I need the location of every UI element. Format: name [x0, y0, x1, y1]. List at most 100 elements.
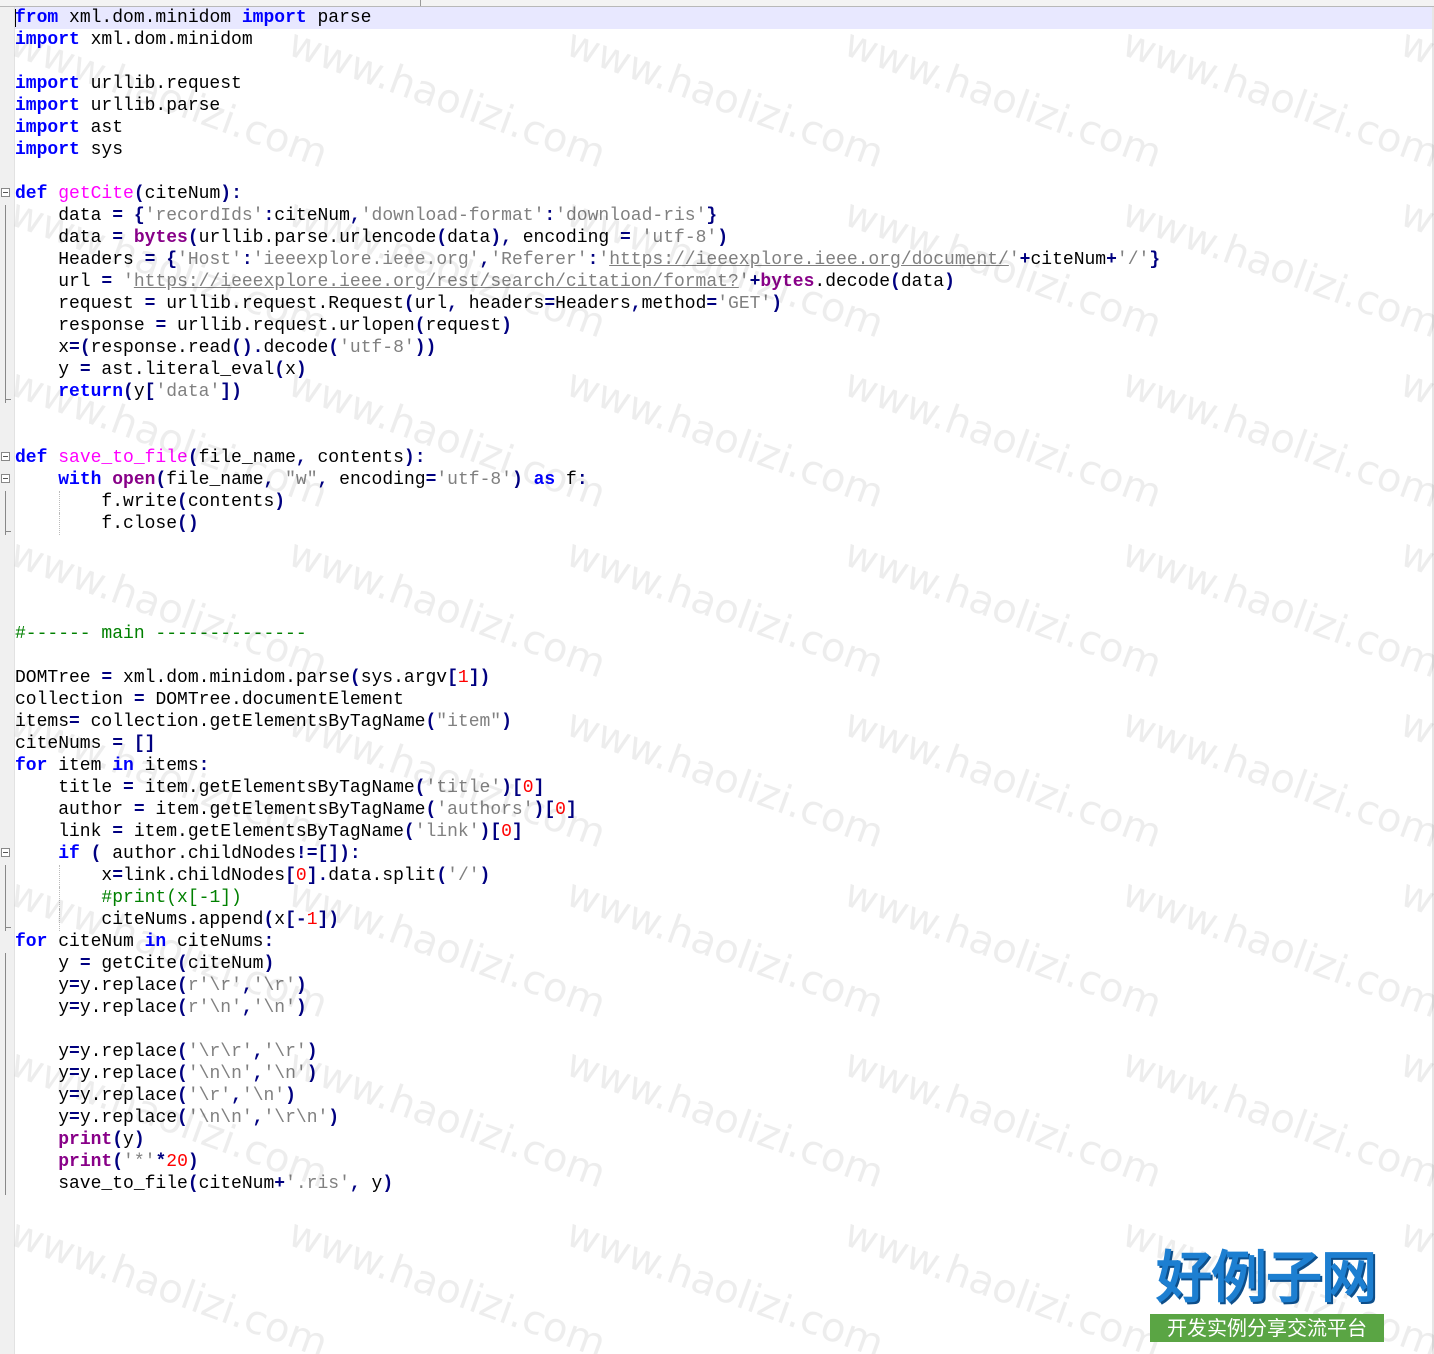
code-line[interactable]: url = 'https://ieeexplore.ieee.org/rest/…: [0, 271, 1434, 293]
code-line[interactable]: [0, 557, 1434, 579]
code-line[interactable]: with open(file_name, "w", encoding='utf-…: [0, 469, 1434, 491]
code-line[interactable]: import urllib.request: [0, 73, 1434, 95]
code-line[interactable]: import sys: [0, 139, 1434, 161]
code-line[interactable]: response = urllib.request.urlopen(reques…: [0, 315, 1434, 337]
code-line[interactable]: y=y.replace('\n\n','\n'): [0, 1063, 1434, 1085]
code-line[interactable]: if ( author.childNodes!=[]):: [0, 843, 1434, 865]
code-line[interactable]: f.write(contents): [0, 491, 1434, 513]
token: https://ieeexplore.ieee.org/document/: [609, 250, 1009, 270]
token: (: [274, 360, 286, 380]
code-line[interactable]: #print(x[-1]): [0, 887, 1434, 909]
code-line[interactable]: y=y.replace(r'\n','\n'): [0, 997, 1434, 1019]
code-line[interactable]: [0, 161, 1434, 183]
token: y: [133, 382, 145, 402]
code-text: #------ main --------------: [15, 623, 307, 645]
token: ]): [220, 382, 242, 402]
code-line[interactable]: def getCite(citeNum):: [0, 183, 1434, 205]
token: link.childNodes: [123, 866, 286, 886]
code-line[interactable]: print('*'*20): [0, 1151, 1434, 1173]
code-text: title = item.getElementsByTagName('title…: [15, 777, 544, 799]
token: =: [112, 228, 124, 248]
token: +: [1106, 250, 1117, 270]
code-line[interactable]: Headers = {'Host':'ieeexplore.ieee.org',…: [0, 249, 1434, 271]
token: ,: [252, 1042, 264, 1062]
code-line[interactable]: [0, 645, 1434, 667]
token: ast.literal_eval: [90, 360, 275, 380]
code-line[interactable]: for citeNum in citeNums:: [0, 931, 1434, 953]
code-line[interactable]: for item in items:: [0, 755, 1434, 777]
token: ): [306, 1042, 318, 1062]
token: x: [15, 338, 70, 358]
code-line[interactable]: [0, 579, 1434, 601]
code-line[interactable]: items= collection.getElementsByTagName("…: [0, 711, 1434, 733]
token: (): [177, 514, 199, 534]
code-line[interactable]: [0, 601, 1434, 623]
code-line[interactable]: y = ast.literal_eval(x): [0, 359, 1434, 381]
token: (: [177, 976, 188, 996]
token: ): [285, 1086, 296, 1106]
token: title: [15, 778, 124, 798]
fold-toggle-icon[interactable]: [1, 452, 10, 461]
token: 'utf-8': [641, 228, 718, 248]
code-line[interactable]: y=y.replace('\r\r','\r'): [0, 1041, 1434, 1063]
token: DOMTree.documentElement: [144, 690, 404, 710]
code-editor[interactable]: from xml.dom.minidom import parse import …: [0, 7, 1434, 1195]
code-line[interactable]: request = urllib.request.Request(url, he…: [0, 293, 1434, 315]
token: def: [15, 448, 48, 468]
code-line[interactable]: return(y['data']): [0, 381, 1434, 403]
code-line[interactable]: y = getCite(citeNum): [0, 953, 1434, 975]
token: request: [425, 316, 502, 336]
token: ast: [79, 118, 124, 138]
code-line[interactable]: [0, 403, 1434, 425]
code-line[interactable]: #------ main --------------: [0, 623, 1434, 645]
token: =: [79, 954, 91, 974]
code-line[interactable]: [0, 51, 1434, 73]
code-line[interactable]: import xml.dom.minidom: [0, 29, 1434, 51]
fold-toggle-icon[interactable]: [1, 474, 10, 483]
fold-toggle-icon[interactable]: [1, 188, 10, 197]
code-line[interactable]: data = bytes(urllib.parse.urlencode(data…: [0, 227, 1434, 249]
token: ]: [511, 822, 523, 842]
fold-line: [5, 491, 6, 513]
code-text: link = item.getElementsByTagName('link')…: [15, 821, 523, 843]
code-line[interactable]: f.close(): [0, 513, 1434, 535]
code-line[interactable]: collection = DOMTree.documentElement: [0, 689, 1434, 711]
token: author.childNodes: [101, 844, 296, 864]
code-line[interactable]: print(y): [0, 1129, 1434, 1151]
code-line[interactable]: def save_to_file(file_name, contents):: [0, 447, 1434, 469]
code-line[interactable]: save_to_file(citeNum+'.ris', y): [0, 1173, 1434, 1195]
token: r'\r': [187, 976, 242, 996]
token: 'download-ris': [555, 206, 707, 226]
token: (: [890, 272, 901, 292]
token: (: [425, 712, 437, 732]
code-line[interactable]: [0, 425, 1434, 447]
fold-toggle-icon[interactable]: [1, 848, 10, 857]
code-line[interactable]: from xml.dom.minidom import parse: [0, 7, 1434, 29]
token: +: [749, 272, 761, 292]
code-line[interactable]: y=y.replace(r'\r','\r'): [0, 975, 1434, 997]
token: headers: [457, 294, 545, 314]
code-line[interactable]: citeNums.append(x[-1]): [0, 909, 1434, 931]
code-line[interactable]: y=y.replace('\n\n','\r\n'): [0, 1107, 1434, 1129]
code-line[interactable]: link = item.getElementsByTagName('link')…: [0, 821, 1434, 843]
code-line[interactable]: DOMTree = xml.dom.minidom.parse(sys.argv…: [0, 667, 1434, 689]
code-line[interactable]: [0, 1019, 1434, 1041]
code-line[interactable]: data = {'recordIds':citeNum,'download-fo…: [0, 205, 1434, 227]
token: =: [133, 690, 145, 710]
code-line[interactable]: y=y.replace('\r','\n'): [0, 1085, 1434, 1107]
token: 0: [295, 866, 307, 886]
code-line[interactable]: x=(response.read().decode('utf-8')): [0, 337, 1434, 359]
token: file_name: [198, 448, 296, 468]
code-line[interactable]: title = item.getElementsByTagName('title…: [0, 777, 1434, 799]
code-line[interactable]: citeNums = []: [0, 733, 1434, 755]
code-line[interactable]: import urllib.parse: [0, 95, 1434, 117]
token: =: [706, 294, 718, 314]
code-line[interactable]: author = item.getElementsByTagName('auth…: [0, 799, 1434, 821]
code-text: author = item.getElementsByTagName('auth…: [15, 799, 577, 821]
code-line[interactable]: [0, 535, 1434, 557]
code-line[interactable]: x=link.childNodes[0].data.split('/'): [0, 865, 1434, 887]
watermark-text: www.haolizi.com: [1394, 1210, 1434, 1354]
code-line[interactable]: import ast: [0, 117, 1434, 139]
